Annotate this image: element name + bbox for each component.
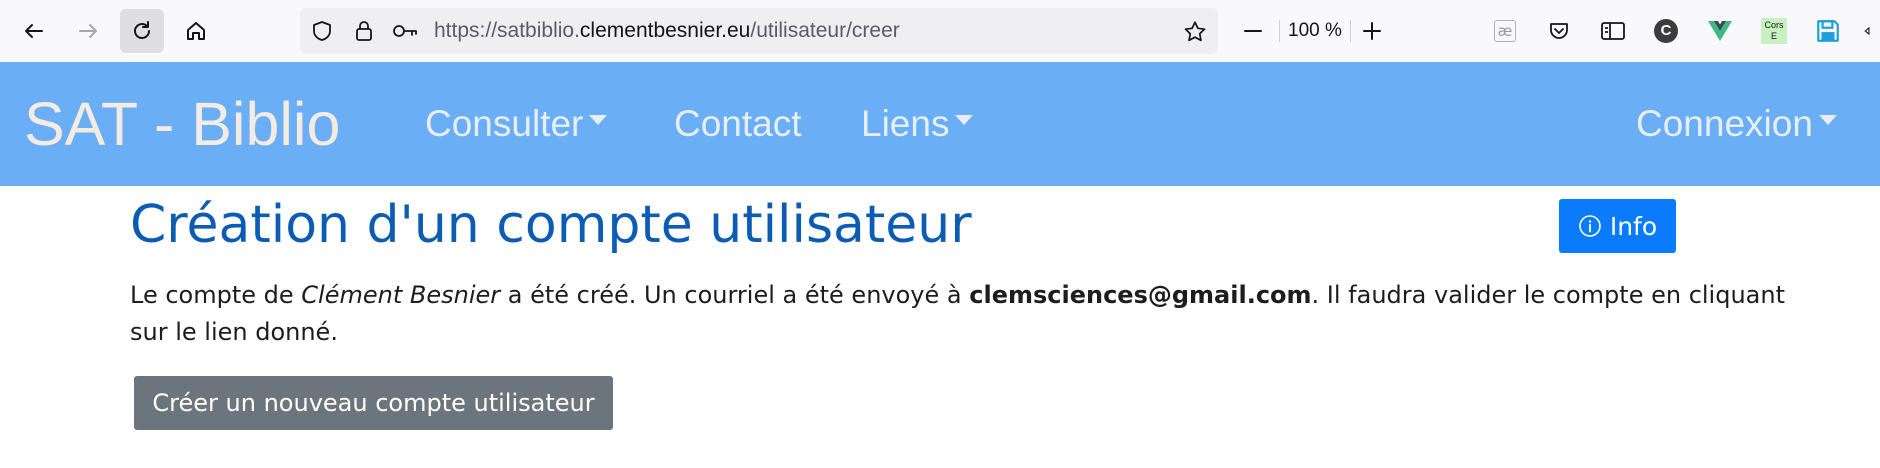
- back-button[interactable]: [12, 9, 56, 53]
- nav-liens-label: Liens: [861, 103, 950, 144]
- shield-icon[interactable]: [310, 19, 334, 47]
- create-new-account-button[interactable]: Créer un nouveau compte utilisateur: [134, 376, 613, 430]
- zoom-in-icon: [1363, 22, 1381, 40]
- confirmation-message: Le compte de Clément Besnier a été créé.…: [130, 277, 1810, 351]
- info-button-label: Info: [1609, 211, 1658, 241]
- overflow-menu-icon[interactable]: [1864, 17, 1880, 45]
- ae-extension-label: æ: [1494, 20, 1516, 42]
- nav-consulter-label: Consulter: [425, 103, 584, 144]
- cors-extension-label: Cors E: [1761, 18, 1787, 44]
- c-extension-label: C: [1654, 19, 1678, 43]
- nav-contact-label: Contact: [674, 103, 802, 144]
- zoom-out-icon: [1244, 30, 1262, 32]
- reload-icon: [134, 21, 150, 39]
- c-extension-icon[interactable]: C: [1652, 17, 1680, 45]
- ae-extension-icon[interactable]: æ: [1491, 17, 1519, 45]
- zoom-separator-left: [1279, 20, 1280, 42]
- reader-view-icon[interactable]: [1599, 17, 1627, 45]
- info-icon: [1579, 215, 1601, 237]
- page-title: Création d'un compte utilisateur: [130, 195, 972, 255]
- url-prefix: https://satbiblio.: [434, 19, 580, 42]
- message-part1: Le compte de: [130, 281, 302, 309]
- home-button[interactable]: [174, 9, 218, 53]
- url-text[interactable]: https://satbiblio.clementbesnier.eu/util…: [434, 8, 900, 54]
- zoom-in-button[interactable]: [1350, 9, 1394, 53]
- nav-contact[interactable]: Contact: [674, 62, 802, 186]
- cors-extension-icon[interactable]: Cors E: [1760, 17, 1788, 45]
- info-button[interactable]: Info: [1559, 199, 1676, 253]
- nav-connexion-label: Connexion: [1636, 103, 1813, 144]
- back-arrow-icon: [25, 24, 43, 38]
- nav-connexion[interactable]: Connexion: [1636, 62, 1837, 186]
- forward-button[interactable]: [66, 9, 110, 53]
- url-domain: clementbesnier.eu: [579, 19, 751, 42]
- user-email: clemsciences@gmail.com: [969, 281, 1312, 309]
- lock-icon[interactable]: [352, 19, 376, 47]
- caret-down-icon: [589, 115, 608, 126]
- caret-down-icon: [1818, 115, 1837, 126]
- reload-button[interactable]: [120, 9, 164, 53]
- message-part2: a été créé. Un courriel a été envoyé à: [500, 281, 970, 309]
- vue-devtools-icon[interactable]: [1706, 17, 1734, 45]
- browser-toolbar: https://satbiblio.clementbesnier.eu/util…: [0, 0, 1880, 62]
- cors-label-line2: E: [1770, 31, 1777, 41]
- brand-logo[interactable]: SAT - Biblio: [24, 62, 340, 186]
- app-navbar: SAT - Biblio Consulter Contact Liens Con…: [0, 62, 1880, 186]
- zoom-level[interactable]: 100 %: [1288, 0, 1342, 62]
- save-extension-icon[interactable]: [1814, 17, 1842, 45]
- cors-label-line1: Cors: [1764, 20, 1784, 30]
- star-icon[interactable]: [1182, 19, 1208, 49]
- url-path: /utilisateur/creer: [750, 19, 900, 42]
- forward-arrow-icon: [79, 24, 97, 38]
- nav-consulter[interactable]: Consulter: [425, 62, 608, 186]
- zoom-out-button[interactable]: [1231, 9, 1275, 53]
- address-bar[interactable]: https://satbiblio.clementbesnier.eu/util…: [300, 8, 1218, 54]
- user-name: Clément Besnier: [301, 281, 501, 309]
- pocket-icon[interactable]: [1545, 17, 1573, 45]
- key-icon[interactable]: [392, 19, 418, 47]
- nav-liens[interactable]: Liens: [861, 62, 974, 186]
- home-icon: [187, 22, 205, 40]
- caret-down-icon: [955, 115, 974, 126]
